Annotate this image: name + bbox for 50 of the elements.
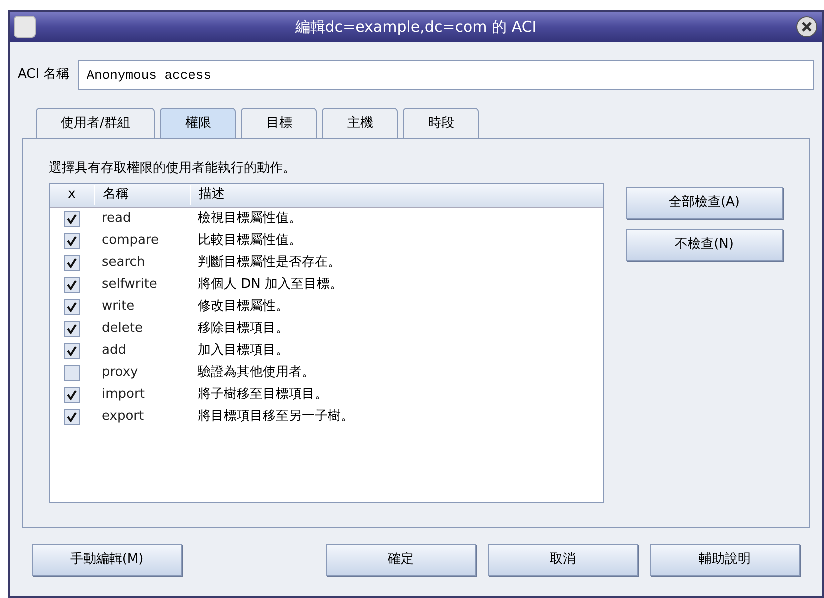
checkbox[interactable] [64, 386, 80, 402]
checkbox[interactable] [64, 232, 80, 248]
instruction-text: 選擇具有存取權限的使用者能執行的動作。 [49, 160, 297, 178]
column-header[interactable]: x [50, 185, 94, 205]
checkbox[interactable] [64, 320, 80, 336]
tab[interactable]: 主機 [322, 108, 398, 138]
permission-description: 將子樹移至目標項目。 [197, 386, 329, 404]
permission-name: proxy [101, 364, 140, 382]
dialog-button[interactable]: 手動編輯(M) [32, 544, 182, 576]
checkbox[interactable] [64, 298, 80, 314]
column-header[interactable]: 名稱 [94, 185, 190, 205]
checkbox[interactable] [64, 342, 80, 358]
permission-description: 將個人 DN 加入至目標。 [197, 276, 344, 294]
aci-name-field[interactable]: Anonymous access [78, 60, 814, 90]
permission-description: 判斷目標屬性是否存在。 [197, 254, 342, 272]
check-all-button[interactable]: 全部檢查(A) [626, 187, 783, 219]
dialog-button[interactable]: 輔助說明 [650, 544, 800, 576]
permission-description: 修改目標屬性。 [197, 298, 290, 316]
checkbox[interactable] [64, 364, 80, 380]
permission-description: 移除目標項目。 [197, 320, 290, 338]
permission-description: 加入目標項目。 [197, 342, 290, 360]
checkbox[interactable] [64, 276, 80, 292]
dialog-button[interactable]: 取消 [488, 544, 638, 576]
permission-name: import [101, 386, 146, 404]
checkbox[interactable] [64, 210, 80, 226]
aci-name-label: ACI 名稱 [18, 66, 70, 84]
permission-name: export [101, 408, 146, 426]
window-title: 編輯dc=example,dc=com 的 ACI [294, 16, 538, 38]
checkbox[interactable] [64, 254, 80, 270]
tab[interactable]: 目標 [241, 108, 318, 138]
close-icon[interactable] [796, 16, 818, 38]
tab[interactable]: 時段 [403, 108, 480, 138]
tab[interactable]: 使用者/群組 [36, 108, 156, 138]
permission-name: read [101, 210, 132, 228]
dialog-button[interactable]: 確定 [326, 544, 476, 576]
checkbox[interactable] [64, 408, 80, 424]
permission-name: selfwrite [101, 276, 158, 294]
column-header[interactable]: 描述 [190, 185, 603, 205]
permission-name: search [101, 254, 146, 272]
permission-name: add [101, 342, 128, 360]
permission-name: delete [101, 320, 144, 338]
check-all-button[interactable]: 不檢查(N) [626, 229, 783, 261]
permission-name: compare [101, 232, 160, 250]
permission-description: 檢視目標屬性值。 [197, 210, 303, 228]
tab[interactable]: 權限 [160, 108, 236, 138]
window-menu-icon[interactable] [14, 16, 36, 38]
permission-description: 驗證為其他使用者。 [196, 364, 316, 382]
permission-description: 將目標項目移至另一子樹。 [197, 408, 355, 426]
permission-description: 比較目標屬性值。 [197, 232, 303, 250]
permission-name: write [101, 298, 136, 316]
